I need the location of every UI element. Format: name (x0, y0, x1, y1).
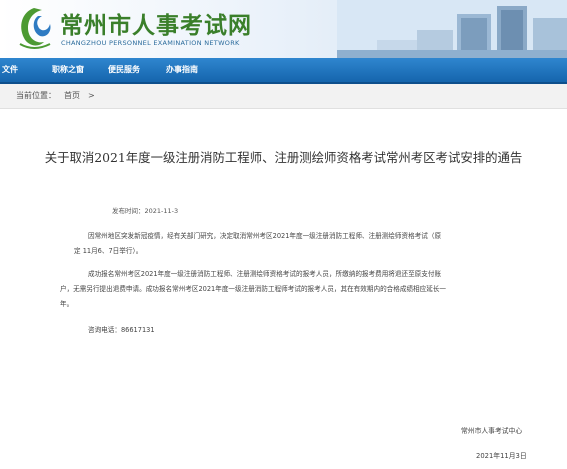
article-line: 因常州地区突发新冠疫情，经有关部门研究，决定取消常州考区2021年度一级注册消防… (88, 232, 442, 240)
article-line: 年。 (60, 300, 74, 308)
issuer-signature: 常州市人事考试中心 (461, 427, 523, 435)
nav-item-service-guide[interactable]: 办事指南 (166, 58, 198, 82)
breadcrumb-home-link[interactable]: 首页 (64, 84, 80, 108)
site-subtitle: CHANGZHOU PERSONNEL EXAMINATION NETWORK (61, 39, 240, 47)
nav-item-title-window[interactable]: 职称之窗 (52, 58, 84, 82)
site-logo-icon[interactable] (14, 6, 54, 50)
skyline-banner-image (337, 0, 567, 58)
issue-date: 2021年11月3日 (476, 452, 527, 460)
contact-phone: 咨询电话：86617131 (88, 326, 155, 334)
nav-item-public-service[interactable]: 便民服务 (108, 58, 140, 82)
article-line: 定 11月6、7日举行）。 (74, 247, 143, 255)
article-line: 成功报名常州考区2021年度一级注册消防工程师、注册测绘师资格考试的报考人员，所… (88, 270, 442, 278)
breadcrumb: 当前位置： 首页 > (0, 84, 567, 109)
breadcrumb-prefix: 当前位置： (16, 91, 56, 100)
nav-item-files[interactable]: 文件 (2, 58, 18, 82)
article-line: 户，无需另行提出退费申请。成功报名常州考区2021年度一级注册消防工程师考试的报… (60, 285, 447, 293)
publish-date: 发布时间：2021-11-3 (112, 207, 179, 215)
site-title[interactable]: 常州市人事考试网 (60, 6, 252, 40)
article-title: 关于取消2021年度一级注册消防工程师、注册测绘师资格考试常州考区考试安排的通告 (44, 150, 523, 165)
breadcrumb-separator-icon: > (88, 91, 95, 100)
site-header: 常州市人事考试网 CHANGZHOU PERSONNEL EXAMINATION… (0, 0, 567, 58)
main-nav: 文件 职称之窗 便民服务 办事指南 (0, 58, 567, 84)
